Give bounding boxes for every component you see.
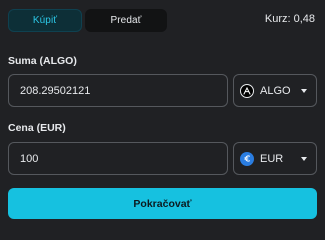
continue-button[interactable]: Pokračovať	[8, 188, 317, 219]
chevron-down-icon	[301, 157, 307, 161]
amount-currency-select[interactable]: ALGO	[233, 74, 317, 107]
chevron-down-icon	[301, 89, 307, 93]
amount-input-wrapper	[8, 74, 228, 107]
price-currency-code: EUR	[260, 152, 284, 165]
algorand-icon	[240, 83, 254, 98]
amount-input[interactable]	[20, 84, 227, 97]
price-input[interactable]	[20, 152, 227, 165]
buy-sell-widget: Kúpiť Predať Kurz: 0,48 Suma (ALGO) ALGO…	[0, 0, 325, 229]
price-currency-select[interactable]: EUR	[233, 142, 317, 175]
tab-buy-label: Kúpiť	[32, 15, 58, 26]
tab-sell[interactable]: Predať	[85, 9, 167, 32]
price-label: Cena (EUR)	[8, 122, 66, 134]
amount-label: Suma (ALGO)	[8, 55, 77, 67]
trade-type-tabs: Kúpiť Predať	[8, 9, 167, 32]
exchange-rate: Kurz: 0,48	[264, 13, 315, 25]
euro-icon	[240, 151, 254, 166]
tab-buy[interactable]: Kúpiť	[8, 9, 82, 32]
price-input-wrapper	[8, 142, 228, 175]
amount-currency-code: ALGO	[260, 84, 291, 97]
tab-sell-label: Predať	[110, 15, 142, 26]
